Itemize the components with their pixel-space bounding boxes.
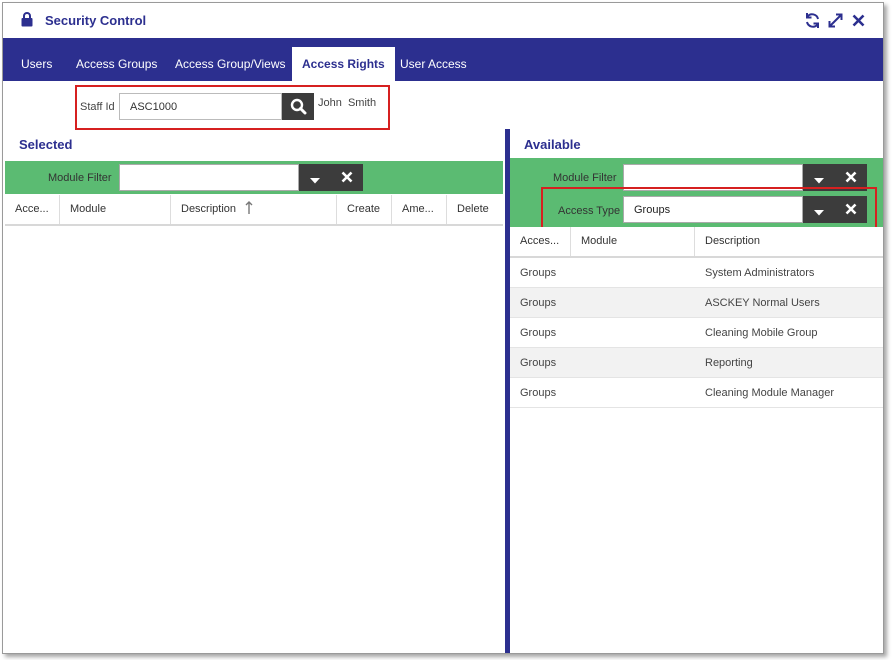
row-module — [571, 348, 695, 378]
caret-down-icon — [813, 206, 825, 220]
column-header-module[interactable]: Module — [60, 195, 171, 224]
row-module — [571, 318, 695, 348]
window-actions — [804, 12, 867, 29]
tab-access-groups[interactable]: Access Groups — [66, 47, 167, 81]
refresh-icon[interactable] — [804, 12, 821, 29]
row-description: ASCKEY Normal Users — [705, 297, 820, 309]
access-type-label: Access Type — [558, 205, 621, 217]
available-module-filter-label: Module Filter — [553, 172, 617, 184]
table-row[interactable]: Groups Reporting — [510, 348, 883, 378]
window-title: Security Control — [45, 13, 147, 28]
column-header-description[interactable]: Description — [171, 195, 337, 224]
column-header-access[interactable]: Acces... — [510, 227, 571, 256]
expand-icon[interactable] — [827, 12, 844, 29]
title-bar: Security Control — [3, 3, 883, 38]
selected-module-filter-input[interactable] — [119, 164, 299, 191]
table-row[interactable]: Groups System Administrators — [510, 258, 883, 288]
column-header-amend[interactable]: Ame... — [392, 195, 447, 224]
staff-id-label: Staff Id — [80, 101, 115, 113]
staff-search-button[interactable] — [282, 93, 314, 120]
caret-down-icon — [813, 174, 825, 188]
column-header-access[interactable]: Acce... — [5, 195, 60, 224]
available-title: Available — [524, 137, 581, 152]
column-header-description[interactable]: Description — [695, 227, 883, 256]
row-access: Groups — [520, 327, 557, 339]
table-row[interactable]: Groups Cleaning Module Manager — [510, 378, 883, 408]
selected-module-filter-clear[interactable] — [331, 164, 363, 191]
row-description: Cleaning Mobile Group — [705, 327, 818, 339]
row-description: Cleaning Module Manager — [705, 387, 835, 399]
sort-ascending-icon — [245, 198, 253, 224]
column-header-description-label: Description — [181, 203, 237, 215]
row-access: Groups — [520, 297, 557, 309]
access-type-clear[interactable] — [835, 196, 867, 223]
row-description: Reporting — [705, 357, 753, 369]
row-description: System Administrators — [705, 267, 815, 279]
clear-icon — [341, 171, 353, 186]
table-row[interactable]: Groups ASCKEY Normal Users — [510, 288, 883, 318]
staff-name: John Smith — [318, 97, 377, 109]
tab-access-rights[interactable]: Access Rights — [292, 47, 395, 81]
staff-id-input[interactable] — [119, 93, 282, 120]
tab-bar: Users Access Groups Access Group/Views A… — [3, 38, 883, 81]
row-access: Groups — [520, 357, 557, 369]
caret-down-icon — [309, 174, 321, 188]
clear-icon — [845, 203, 857, 218]
access-type-input[interactable] — [623, 196, 803, 223]
tab-access-group-views[interactable]: Access Group/Views — [165, 47, 296, 81]
row-module — [571, 258, 695, 288]
lock-icon — [21, 12, 33, 30]
search-icon — [290, 98, 307, 118]
table-row[interactable]: Groups Cleaning Mobile Group — [510, 318, 883, 348]
selected-title: Selected — [19, 137, 73, 152]
security-control-window: Security Control Users Access Groups Acc… — [2, 2, 884, 654]
column-header-create[interactable]: Create — [337, 195, 392, 224]
close-icon[interactable] — [850, 12, 867, 29]
row-access: Groups — [520, 387, 557, 399]
tab-users[interactable]: Users — [11, 47, 62, 81]
row-access: Groups — [520, 267, 557, 279]
row-module — [571, 288, 695, 318]
clear-icon — [845, 171, 857, 186]
tab-user-access[interactable]: User Access — [390, 47, 477, 81]
column-header-delete[interactable]: Delete — [447, 195, 503, 224]
column-header-module[interactable]: Module — [571, 227, 695, 256]
available-grid-header: Acces... Module Description — [510, 227, 883, 258]
selected-module-filter-dropdown[interactable] — [299, 164, 331, 191]
selected-module-filter-label: Module Filter — [48, 172, 112, 184]
row-module — [571, 378, 695, 408]
access-type-dropdown[interactable] — [803, 196, 835, 223]
selected-grid-header: Acce... Module Description Create Ame...… — [5, 195, 503, 226]
